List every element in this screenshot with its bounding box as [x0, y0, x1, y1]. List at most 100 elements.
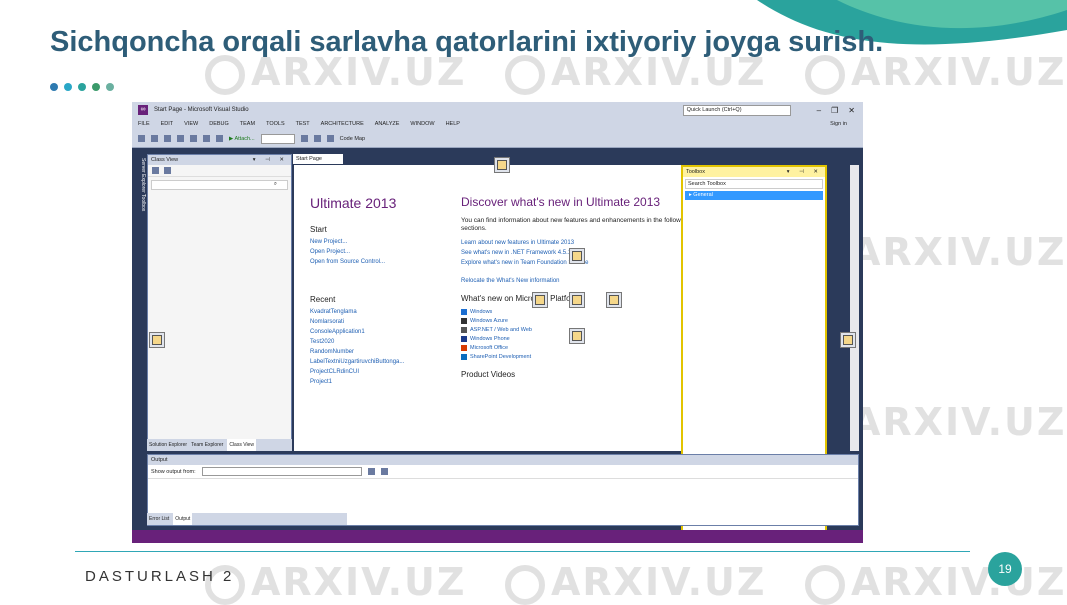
- recent-item[interactable]: Project1: [310, 379, 430, 385]
- forward-icon[interactable]: [151, 135, 158, 142]
- clear-icon[interactable]: [367, 468, 375, 475]
- back-icon[interactable]: [152, 167, 159, 174]
- menu-help[interactable]: HELP: [446, 121, 460, 127]
- aspnet-icon: [461, 326, 467, 333]
- dock-center-top-icon[interactable]: [569, 248, 585, 264]
- recent-item[interactable]: ConsoleApplication1: [310, 329, 430, 335]
- menu-edit[interactable]: EDIT: [161, 121, 174, 127]
- redo-icon[interactable]: [216, 135, 223, 142]
- menu-view[interactable]: VIEW: [184, 121, 198, 127]
- output-source-select[interactable]: [201, 467, 362, 476]
- title-dots: [50, 83, 114, 91]
- start-page: Ultimate 2013 Start New Project... Open …: [294, 165, 690, 451]
- dot: [50, 83, 58, 91]
- class-view-title: Class View: [151, 157, 179, 163]
- menu-architecture[interactable]: ARCHITECTURE: [321, 121, 364, 127]
- new-project-icon[interactable]: [164, 135, 171, 142]
- config-dropdown[interactable]: [260, 133, 295, 144]
- undo-icon[interactable]: [203, 135, 210, 142]
- watermark: ARXIV.UZ: [205, 560, 466, 605]
- recent-item[interactable]: ProjectCLRdinCUI: [310, 369, 430, 375]
- toolbox-title: Toolbox: [686, 169, 705, 175]
- dock-center-bottom-icon[interactable]: [569, 328, 585, 344]
- menu-team[interactable]: TEAM: [240, 121, 255, 127]
- open-source-control-link[interactable]: Open from Source Control...: [310, 259, 430, 265]
- quick-launch-input[interactable]: Quick Launch (Ctrl+Q): [682, 104, 791, 116]
- discover-heading: Discover what's new in Ultimate 2013: [461, 195, 661, 209]
- tab-start-page[interactable]: Start Page: [293, 154, 343, 164]
- save-icon[interactable]: [190, 135, 197, 142]
- tab-solution-explorer[interactable]: Solution Explorer: [149, 439, 187, 451]
- pane-controls[interactable]: ▾ ⊣ ✕: [253, 155, 288, 165]
- platform-item[interactable]: Windows: [461, 308, 691, 315]
- edition-brand: Ultimate 2013: [310, 195, 397, 211]
- relocate-link[interactable]: Relocate the What's New information: [461, 278, 691, 284]
- toolbox-search-input[interactable]: Search Toolbox: [685, 179, 823, 189]
- footer-divider: [75, 551, 970, 552]
- vs-menu-bar: FILE EDIT VIEW DEBUG TEAM TOOLS TEST ARC…: [132, 118, 863, 130]
- dot: [78, 83, 86, 91]
- menu-file[interactable]: FILE: [138, 121, 150, 127]
- menu-test[interactable]: TEST: [296, 121, 310, 127]
- class-view-tabs: Solution Explorer Team Explorer Class Vi…: [147, 439, 292, 451]
- tab-team-explorer[interactable]: Team Explorer: [191, 439, 223, 451]
- new-project-link[interactable]: New Project...: [310, 239, 430, 245]
- discover-link[interactable]: Learn about new features in Ultimate 201…: [461, 240, 691, 246]
- attach-label: Attach...: [234, 135, 255, 142]
- minimize-button[interactable]: –: [817, 106, 821, 115]
- recent-item[interactable]: Test2020: [310, 339, 430, 345]
- sign-in-link[interactable]: Sign in: [830, 121, 847, 127]
- status-bar: [132, 530, 863, 543]
- dock-center-middle-icon[interactable]: [569, 292, 585, 308]
- tab-error-list[interactable]: Error List: [149, 513, 169, 525]
- vs-title-bar: ∞ Start Page - Microsoft Visual Studio Q…: [132, 102, 863, 118]
- code-map-button[interactable]: Code Map: [340, 136, 365, 142]
- footer-course-title: DASTURLASH 2: [85, 568, 235, 585]
- back-icon[interactable]: [138, 135, 145, 142]
- platform-label: Microsoft Office: [470, 344, 509, 351]
- wrap-icon[interactable]: [380, 468, 388, 475]
- menu-analyze[interactable]: ANALYZE: [375, 121, 400, 127]
- vs-logo-icon: ∞: [138, 105, 148, 115]
- close-button[interactable]: ✕: [848, 106, 855, 115]
- recent-item[interactable]: Nomlarsorati: [310, 319, 430, 325]
- left-tool-strip[interactable]: Server Explorer Toolbox: [132, 152, 146, 522]
- vs-toolbar: ▶ Attach... Code Map: [132, 130, 863, 148]
- maximize-button[interactable]: ❐: [831, 106, 838, 115]
- toolbox-group-general[interactable]: ▸ General: [685, 191, 823, 200]
- videos-heading: Product Videos: [461, 369, 516, 379]
- platform-label: SharePoint Development: [470, 353, 532, 360]
- dock-guide-left-icon[interactable]: [149, 332, 165, 348]
- dock-guide-right-icon[interactable]: [840, 332, 856, 348]
- platform-item[interactable]: Microsoft Office: [461, 344, 691, 351]
- pause-icon[interactable]: [313, 135, 321, 142]
- class-view-search-input[interactable]: ⌕: [151, 180, 288, 190]
- platform-label: Windows: [470, 308, 493, 315]
- menu-window[interactable]: WINDOW: [410, 121, 434, 127]
- dock-center-right-icon[interactable]: [606, 292, 622, 308]
- open-project-link[interactable]: Open Project...: [310, 249, 430, 255]
- right-scrollbar[interactable]: [850, 165, 859, 451]
- settings-icon[interactable]: [164, 167, 171, 174]
- attach-button[interactable]: ▶ Attach...: [229, 136, 255, 142]
- class-view-header: Class View ▾ ⊣ ✕: [148, 155, 291, 165]
- toolbox-header[interactable]: Toolbox ▾ ⊣ ✕: [683, 167, 825, 177]
- recent-item[interactable]: LabelTextniUzgartiruvchiButtonga...: [310, 359, 430, 365]
- platform-item[interactable]: SharePoint Development: [461, 353, 691, 360]
- stop-icon[interactable]: [326, 135, 334, 142]
- recent-item[interactable]: KvadratTenglama: [310, 309, 430, 315]
- tab-class-view[interactable]: Class View: [227, 439, 256, 451]
- pane-controls[interactable]: ▾ ⊣ ✕: [787, 167, 822, 177]
- windows-icon: [461, 308, 467, 315]
- play-icon[interactable]: [300, 135, 308, 142]
- dock-center-left-icon[interactable]: [532, 292, 548, 308]
- platform-item[interactable]: Windows Azure: [461, 317, 691, 324]
- recent-item[interactable]: RandomNumber: [310, 349, 430, 355]
- dock-guide-top-icon[interactable]: [494, 157, 510, 173]
- open-icon[interactable]: [177, 135, 184, 142]
- tab-output[interactable]: Output: [173, 513, 193, 525]
- watermark: ARXIV.UZ: [805, 560, 1066, 605]
- dot: [64, 83, 72, 91]
- menu-tools[interactable]: TOOLS: [266, 121, 285, 127]
- menu-debug[interactable]: DEBUG: [209, 121, 229, 127]
